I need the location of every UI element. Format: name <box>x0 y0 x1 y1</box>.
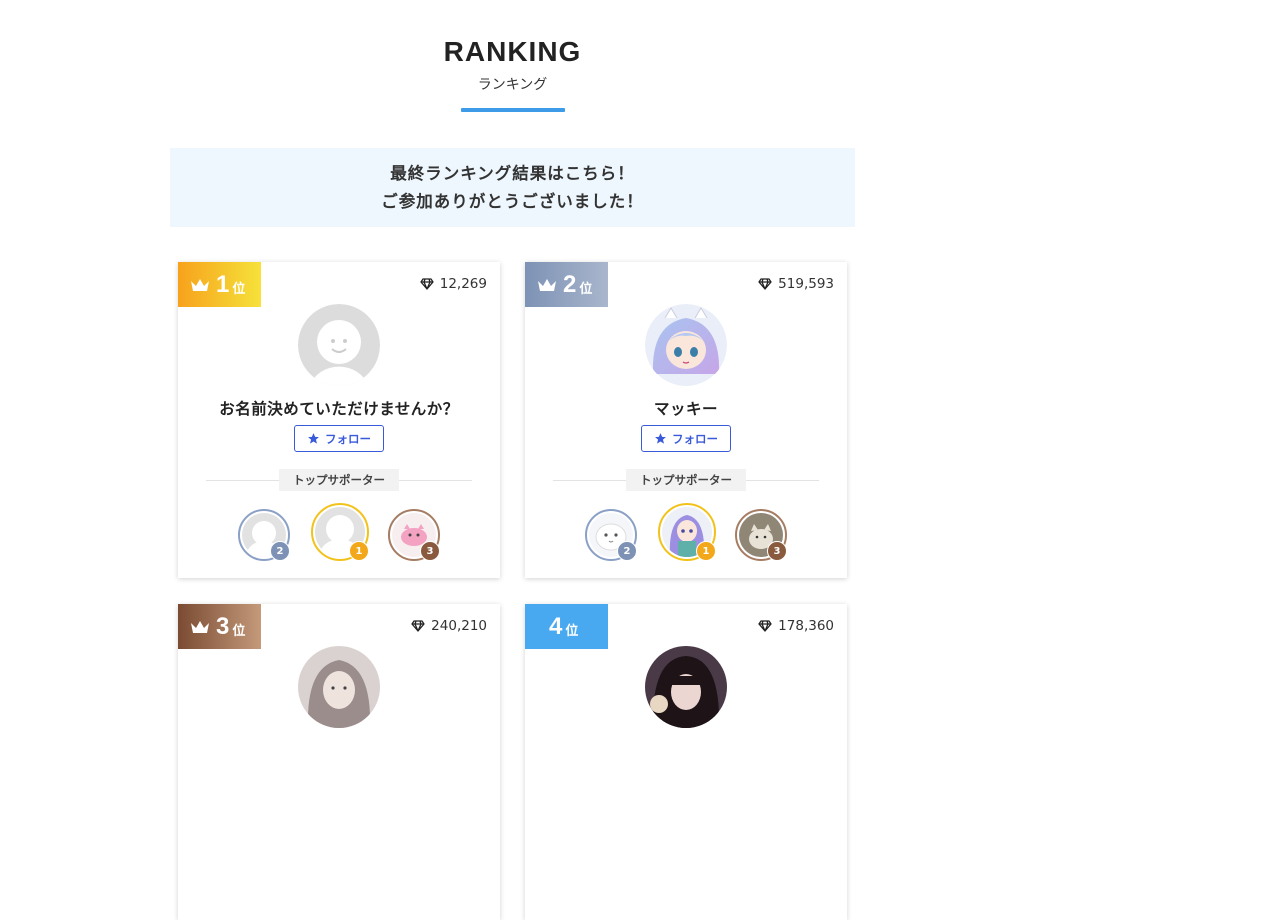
rank-suffix: 位 <box>232 282 246 297</box>
rank-badge: 1 位 <box>178 262 261 307</box>
supporters-list: 2 1 3 <box>525 503 847 567</box>
points-value: 12,269 <box>439 276 487 292</box>
page-title: RANKING <box>443 36 582 67</box>
ranking-card-3[interactable]: 3 位 240,210 <box>178 604 500 920</box>
crown-icon <box>191 620 209 633</box>
rank-suffix: 位 <box>565 624 579 639</box>
rank-badge: 4 位 <box>525 604 608 649</box>
notice-banner: 最終ランキング結果はこちら！ ご参加ありがとうございました！ <box>170 148 855 227</box>
ranking-header: RANKING ランキング <box>170 36 855 112</box>
supporter-3[interactable]: 3 <box>388 509 440 561</box>
rank-number: 2 <box>563 270 577 298</box>
points-value: 519,593 <box>778 276 834 292</box>
diamond-icon <box>411 620 425 632</box>
supporter-1[interactable]: 1 <box>658 503 716 561</box>
user-name[interactable]: マッキー <box>525 397 847 419</box>
rank-number: 4 <box>549 612 563 640</box>
points-value: 178,360 <box>778 618 834 634</box>
supporter-rank-badge: 2 <box>270 541 290 561</box>
title-underline <box>460 108 565 112</box>
divider <box>746 479 819 481</box>
crown-icon <box>191 278 209 291</box>
divider <box>553 479 626 481</box>
rank-badge: 3 位 <box>178 604 261 649</box>
anime-character-avatar[interactable] <box>645 304 727 386</box>
points-display: 519,593 <box>758 276 834 292</box>
diamond-icon <box>758 278 772 290</box>
rank-badge: 2 位 <box>525 262 608 307</box>
follow-label: フォロー <box>325 431 371 446</box>
points-display: 240,210 <box>411 618 487 634</box>
notice-line-1: 最終ランキング結果はこちら！ <box>390 164 635 183</box>
follow-button[interactable]: フォロー <box>641 425 731 452</box>
diamond-icon <box>420 278 434 290</box>
follow-button[interactable]: フォロー <box>294 425 384 452</box>
ranking-card-2[interactable]: 2 位 519,593 マッキー フォロー トップサポーター 2 1 3 <box>525 262 847 578</box>
supporters-list: 2 1 3 <box>178 503 500 567</box>
notice-line-2: ご参加ありがとうございました！ <box>381 192 644 211</box>
ranking-card-4[interactable]: 4 位 178,360 <box>525 604 847 920</box>
points-display: 178,360 <box>758 618 834 634</box>
ranking-card-1[interactable]: 1 位 12,269 お名前決めていただけませんか？ フォロー トップサポーター… <box>178 262 500 578</box>
star-icon <box>308 433 319 444</box>
photo-avatar[interactable] <box>645 646 727 728</box>
default-avatar-icon[interactable] <box>298 304 380 386</box>
supporter-rank-badge: 1 <box>349 541 369 561</box>
points-display: 12,269 <box>420 276 487 292</box>
supporter-1[interactable]: 1 <box>311 503 369 561</box>
supporter-rank-badge: 3 <box>767 541 787 561</box>
star-icon <box>655 433 666 444</box>
rank-number: 3 <box>216 612 230 640</box>
rank-number: 1 <box>216 270 230 298</box>
follow-label: フォロー <box>672 431 718 446</box>
crown-icon <box>538 278 556 291</box>
supporter-rank-badge: 1 <box>696 541 716 561</box>
divider <box>399 479 472 481</box>
page-subtitle: ランキング <box>477 77 548 93</box>
supporter-2[interactable]: 2 <box>238 509 290 561</box>
top-supporter-header: トップサポーター <box>553 469 819 491</box>
supporter-2[interactable]: 2 <box>585 509 637 561</box>
rank-suffix: 位 <box>232 624 246 639</box>
user-name[interactable]: お名前決めていただけませんか？ <box>178 397 500 419</box>
top-supporter-label: トップサポーター <box>626 469 746 491</box>
supporter-3[interactable]: 3 <box>735 509 787 561</box>
top-supporter-label: トップサポーター <box>279 469 399 491</box>
supporter-rank-badge: 2 <box>617 541 637 561</box>
divider <box>206 479 279 481</box>
diamond-icon <box>758 620 772 632</box>
top-supporter-header: トップサポーター <box>206 469 472 491</box>
rank-suffix: 位 <box>579 282 593 297</box>
photo-avatar[interactable] <box>298 646 380 728</box>
points-value: 240,210 <box>431 618 487 634</box>
supporter-rank-badge: 3 <box>420 541 440 561</box>
